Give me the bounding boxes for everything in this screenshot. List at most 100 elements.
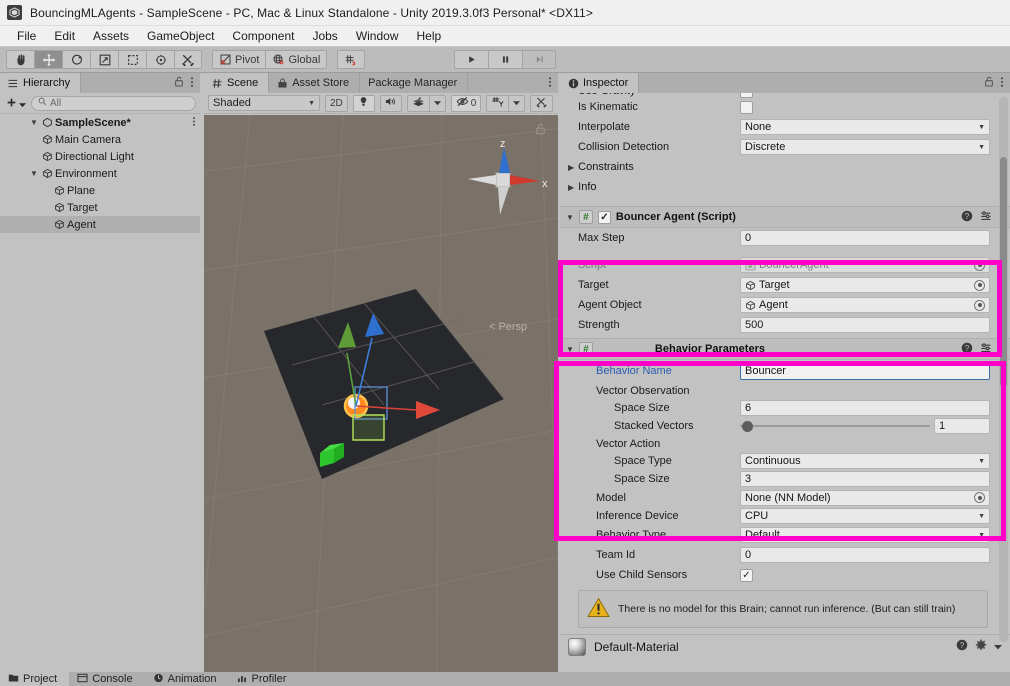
agent-object-field[interactable]: Agent bbox=[740, 297, 990, 313]
tab-inspector[interactable]: Inspector bbox=[560, 73, 640, 93]
hierarchy-item-main-camera[interactable]: Main Camera bbox=[0, 131, 200, 148]
kebab-menu-icon[interactable] bbox=[548, 76, 552, 91]
gear-icon[interactable] bbox=[975, 639, 987, 654]
target-object-field[interactable]: Target bbox=[740, 277, 990, 293]
row-strength[interactable]: Strength 500 bbox=[560, 315, 1010, 335]
object-picker-icon[interactable] bbox=[974, 492, 985, 503]
team-id-input[interactable]: 0 bbox=[740, 547, 990, 563]
row-collision-detection[interactable]: Collision Detection Discrete ▼ bbox=[560, 137, 1010, 157]
object-picker-icon[interactable] bbox=[974, 259, 985, 271]
inspector-scrollbar[interactable] bbox=[999, 97, 1008, 642]
obs-space-size-input[interactable]: 6 bbox=[740, 400, 990, 416]
row-interpolate[interactable]: Interpolate None ▼ bbox=[560, 117, 1010, 137]
tab-package-manager[interactable]: Package Manager bbox=[360, 73, 469, 93]
tab-asset-store[interactable]: Asset Store bbox=[269, 73, 361, 93]
toggle-2d-button[interactable]: 2D bbox=[325, 94, 348, 112]
interpolate-dropdown[interactable]: None ▼ bbox=[740, 119, 990, 135]
inference-device-dropdown[interactable]: CPU ▼ bbox=[740, 508, 990, 524]
hierarchy-item-plane[interactable]: Plane bbox=[0, 182, 200, 199]
move-tool-button[interactable] bbox=[34, 50, 62, 69]
custom-editor-tool-button[interactable] bbox=[174, 50, 202, 69]
row-behavior-name[interactable]: Behavior Name Bouncer bbox=[560, 360, 1010, 382]
expand-triangle-icon[interactable]: ▼ bbox=[28, 118, 40, 127]
scene-lighting-button[interactable] bbox=[352, 94, 375, 112]
inspector-content[interactable]: Use Gravity ✓ Is Kinematic Interpolate N… bbox=[560, 93, 1010, 672]
hierarchy-search-input[interactable]: All bbox=[31, 95, 196, 111]
scene-persp-label[interactable]: < Persp bbox=[489, 321, 527, 333]
component-header-behavior-parameters[interactable]: ▼ # Behavior Parameters ? bbox=[560, 338, 1010, 360]
row-stacked-vectors[interactable]: Stacked Vectors 1 bbox=[560, 417, 1010, 435]
scene-fx-dropdown[interactable] bbox=[428, 94, 446, 112]
behavior-type-dropdown[interactable]: Default ▼ bbox=[740, 527, 990, 543]
menu-item-file[interactable]: File bbox=[8, 27, 45, 45]
model-object-field[interactable]: None (NN Model) bbox=[740, 489, 990, 506]
kebab-menu-icon[interactable] bbox=[1000, 76, 1004, 91]
component-enabled-checkbox[interactable]: ✓ bbox=[597, 210, 611, 224]
kebab-menu-icon[interactable] bbox=[192, 116, 196, 130]
row-obs-space-size[interactable]: Space Size 6 bbox=[560, 399, 1010, 417]
row-is-kinematic[interactable]: Is Kinematic bbox=[560, 97, 1010, 117]
preset-icon[interactable] bbox=[980, 342, 992, 357]
step-button[interactable] bbox=[522, 50, 556, 69]
hierarchy-item-directional-light[interactable]: Directional Light bbox=[0, 148, 200, 165]
expand-triangle-icon[interactable]: ▼ bbox=[566, 345, 574, 354]
tab-console[interactable]: Console bbox=[69, 672, 145, 686]
tab-profiler[interactable]: Profiler bbox=[228, 672, 299, 686]
menu-item-jobs[interactable]: Jobs bbox=[303, 27, 346, 45]
hierarchy-item-agent[interactable]: Agent bbox=[0, 216, 200, 233]
draw-mode-dropdown[interactable]: Shaded ▼ bbox=[208, 95, 320, 111]
grid-snap-button[interactable] bbox=[337, 50, 366, 69]
stacked-vectors-slider-row[interactable]: 1 bbox=[740, 418, 990, 434]
rect-tool-button[interactable] bbox=[118, 50, 146, 69]
stacked-vectors-slider[interactable] bbox=[740, 418, 930, 434]
expand-triangle-icon[interactable]: ▼ bbox=[566, 213, 574, 222]
hierarchy-item-target[interactable]: Target bbox=[0, 199, 200, 216]
kebab-menu-icon[interactable] bbox=[190, 76, 194, 91]
row-action-space-type[interactable]: Space Type Continuous ▼ bbox=[560, 452, 1010, 470]
hierarchy-item-environment[interactable]: ▼ Environment bbox=[0, 165, 200, 182]
chevron-down-icon[interactable] bbox=[994, 641, 1002, 653]
is-kinematic-checkbox[interactable] bbox=[740, 100, 753, 114]
help-icon[interactable]: ? bbox=[961, 342, 973, 357]
rotate-tool-button[interactable] bbox=[62, 50, 90, 69]
transform-tool-button[interactable] bbox=[146, 50, 174, 69]
hierarchy-item-samplescene[interactable]: ▼ SampleScene* bbox=[0, 114, 200, 131]
lock-open-icon[interactable] bbox=[984, 76, 994, 90]
pause-button[interactable] bbox=[488, 50, 522, 69]
action-space-type-dropdown[interactable]: Continuous ▼ bbox=[740, 453, 990, 469]
pivot-toggle-button[interactable]: Pivot bbox=[212, 50, 266, 69]
row-action-space-size[interactable]: Space Size 3 bbox=[560, 470, 1010, 488]
expand-triangle-icon[interactable]: ▼ bbox=[28, 169, 40, 178]
menu-item-help[interactable]: Help bbox=[408, 27, 451, 45]
tab-animation[interactable]: Animation bbox=[144, 672, 229, 686]
object-picker-icon[interactable] bbox=[974, 299, 985, 311]
strength-input[interactable]: 500 bbox=[740, 317, 990, 333]
lock-open-icon[interactable] bbox=[174, 76, 184, 90]
menu-item-edit[interactable]: Edit bbox=[45, 27, 84, 45]
tab-project[interactable]: Project bbox=[0, 672, 70, 686]
row-use-child-sensors[interactable]: Use Child Sensors ✓ bbox=[560, 565, 1010, 585]
tab-hierarchy[interactable]: Hierarchy bbox=[0, 73, 82, 93]
scene-gizmos-button[interactable] bbox=[486, 94, 509, 112]
inspector-scrollbar-thumb[interactable] bbox=[1000, 157, 1007, 387]
material-row[interactable]: Default-Material ? bbox=[560, 634, 1010, 658]
global-toggle-button[interactable]: Global bbox=[265, 50, 328, 69]
max-step-input[interactable]: 0 bbox=[740, 230, 990, 246]
menu-item-assets[interactable]: Assets bbox=[84, 27, 138, 45]
row-max-step[interactable]: Max Step 0 bbox=[560, 228, 1010, 248]
help-icon[interactable]: ? bbox=[956, 639, 968, 654]
scale-tool-button[interactable] bbox=[90, 50, 118, 69]
use-gravity-checkbox[interactable]: ✓ bbox=[740, 93, 753, 98]
behavior-name-input[interactable]: Bouncer bbox=[740, 362, 990, 380]
scene-audio-button[interactable] bbox=[379, 94, 402, 112]
play-button[interactable] bbox=[454, 50, 488, 69]
lock-open-icon[interactable] bbox=[535, 123, 546, 138]
row-inference-device[interactable]: Inference Device CPU ▼ bbox=[560, 507, 1010, 525]
row-target[interactable]: Target Target bbox=[560, 275, 1010, 295]
object-picker-icon[interactable] bbox=[974, 279, 985, 291]
scene-viewport[interactable]: z x < Persp bbox=[204, 115, 558, 672]
use-child-sensors-checkbox[interactable]: ✓ bbox=[740, 568, 753, 582]
action-space-size-input[interactable]: 3 bbox=[740, 471, 990, 487]
create-gameobject-button[interactable] bbox=[4, 96, 28, 111]
tab-scene[interactable]: Scene bbox=[204, 73, 270, 93]
